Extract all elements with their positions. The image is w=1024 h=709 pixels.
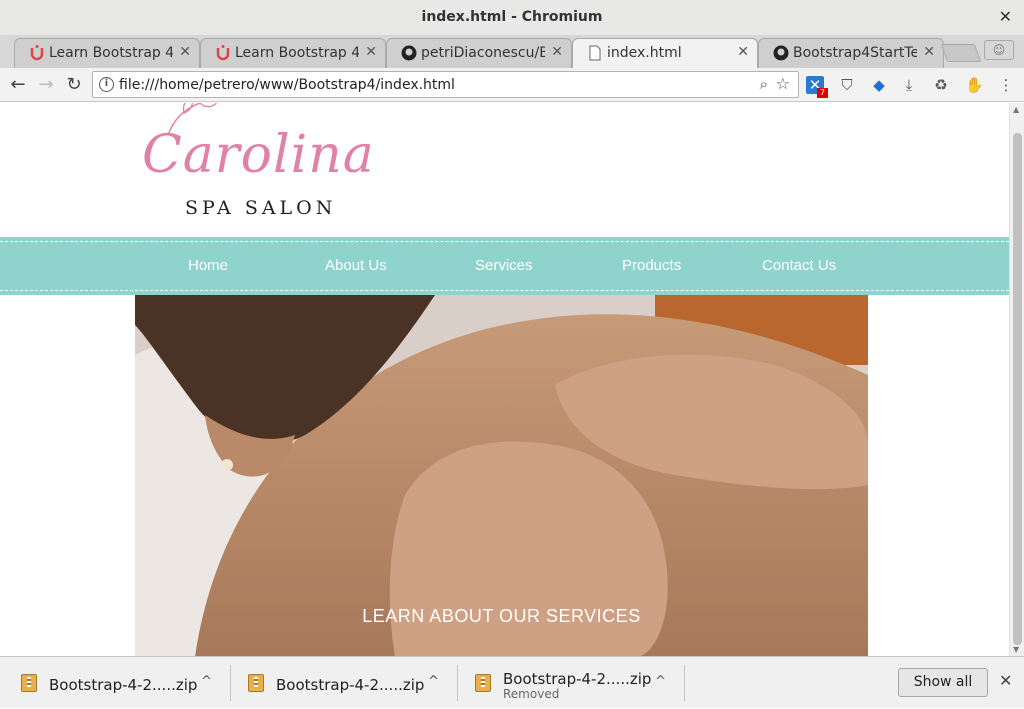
tab-learn-bootstrap-1[interactable]: Learn Bootstrap 4 ✕ xyxy=(14,38,200,68)
nav-services-link[interactable]: Services xyxy=(475,257,533,274)
udemy-icon xyxy=(30,45,44,61)
download-filename: Bootstrap-4-2.....zip xyxy=(503,670,652,688)
bookmark-star-icon[interactable]: ☆ xyxy=(776,74,790,93)
close-shelf-icon[interactable]: ✕ xyxy=(999,671,1012,690)
tab-github-petridiaconescu[interactable]: petriDiaconescu/Bo ✕ xyxy=(386,38,572,68)
url-text[interactable]: file:///home/petrero/www/Bootstrap4/inde… xyxy=(119,77,455,93)
tab-label: Bootstrap4StartTe xyxy=(793,45,917,61)
page-scrollbar[interactable]: ▲ ▼ xyxy=(1009,103,1024,656)
tab-label: Learn Bootstrap 4 xyxy=(235,45,359,61)
reload-button[interactable]: ↻ xyxy=(62,73,86,97)
extension-badge: 7 xyxy=(817,88,828,98)
tab-strip: Learn Bootstrap 4 ✕ Learn Bootstrap 4 ✕ … xyxy=(0,36,1024,69)
address-bar[interactable]: i file:///home/petrero/www/Bootstrap4/in… xyxy=(92,71,799,98)
recycle-icon[interactable]: ♻ xyxy=(932,76,950,94)
scroll-up-icon[interactable]: ▲ xyxy=(1013,105,1019,114)
tab-label: Learn Bootstrap 4 xyxy=(49,45,173,61)
chevron-up-icon[interactable]: ^ xyxy=(428,674,439,689)
window-titlebar: index.html - Chromium ✕ xyxy=(0,0,1024,36)
chevron-up-icon[interactable]: ^ xyxy=(201,674,212,689)
download-item[interactable]: Bootstrap-4-2.....zip Removed ^ xyxy=(475,657,675,709)
gnome-icon[interactable]: ✋ xyxy=(965,76,984,94)
download-separator xyxy=(457,665,458,701)
new-tab-button[interactable] xyxy=(940,44,982,62)
downloads-shelf: Bootstrap-4-2.....zip ^ Bootstrap-4-2...… xyxy=(0,656,1024,708)
zip-file-icon xyxy=(21,674,37,692)
site-info-icon[interactable]: i xyxy=(99,77,114,92)
hero-caption[interactable]: LEARN ABOUT OUR SERVICES xyxy=(135,606,868,627)
window-title: index.html - Chromium xyxy=(421,9,603,25)
page-viewport: Carolina SPA SALON Home About Us Service… xyxy=(0,103,1009,656)
chevron-up-icon[interactable]: ^ xyxy=(655,674,666,689)
tab-learn-bootstrap-2[interactable]: Learn Bootstrap 4 ✕ xyxy=(200,38,386,68)
download-status: Removed xyxy=(503,687,560,701)
site-logo[interactable]: Carolina SPA SALON xyxy=(138,103,378,228)
zip-file-icon xyxy=(475,674,491,692)
nav-home-link[interactable]: Home xyxy=(188,257,228,274)
scrollbar-thumb[interactable] xyxy=(1013,133,1022,645)
profile-icon[interactable]: ☺ xyxy=(984,40,1014,60)
menu-icon[interactable]: ⋮ xyxy=(997,76,1015,94)
udemy-icon xyxy=(216,45,230,61)
tab-label: index.html xyxy=(607,45,682,61)
tab-close-icon[interactable]: ✕ xyxy=(551,44,563,60)
logo-script-text: Carolina xyxy=(142,125,375,185)
logo-subtitle: SPA SALON xyxy=(185,197,337,219)
browser-toolbar: ← → ↻ i file:///home/petrero/www/Bootstr… xyxy=(0,68,1024,102)
download-item[interactable]: Bootstrap-4-2.....zip ^ xyxy=(21,657,221,709)
massage-photo xyxy=(135,295,868,656)
tab-close-icon[interactable]: ✕ xyxy=(737,44,749,60)
page-icon xyxy=(589,45,601,61)
forward-button[interactable]: → xyxy=(34,73,58,97)
download-filename: Bootstrap-4-2.....zip xyxy=(49,676,198,694)
nav-contact-link[interactable]: Contact Us xyxy=(762,257,836,274)
tab-close-icon[interactable]: ✕ xyxy=(923,44,935,60)
download-item[interactable]: Bootstrap-4-2.....zip ^ xyxy=(248,657,448,709)
navbar-top-dash xyxy=(0,241,1009,242)
window-close-button[interactable]: ✕ xyxy=(999,7,1012,26)
show-all-button[interactable]: Show all xyxy=(898,668,988,697)
download-icon[interactable]: ⤓ xyxy=(900,76,918,94)
tab-index-html[interactable]: index.html ✕ xyxy=(572,38,758,69)
tab-close-icon[interactable]: ✕ xyxy=(365,44,377,60)
download-filename: Bootstrap-4-2.....zip xyxy=(276,676,425,694)
zoom-icon[interactable]: ⌕ xyxy=(760,75,768,93)
download-separator xyxy=(684,665,685,701)
tab-github-bootstrap4starttemplate[interactable]: Bootstrap4StartTe ✕ xyxy=(758,38,944,68)
navbar-bottom-dash xyxy=(0,290,1009,291)
github-icon xyxy=(401,45,417,61)
shield-icon[interactable]: ⛉ xyxy=(838,76,856,94)
tab-close-icon[interactable]: ✕ xyxy=(179,44,191,60)
nav-about-link[interactable]: About Us xyxy=(325,257,387,274)
nav-products-link[interactable]: Products xyxy=(622,257,681,274)
hero-carousel-image[interactable]: LEARN ABOUT OUR SERVICES xyxy=(135,295,868,656)
scroll-down-icon[interactable]: ▼ xyxy=(1013,645,1019,654)
github-icon xyxy=(773,45,789,61)
back-button[interactable]: ← xyxy=(6,73,30,97)
zip-file-icon xyxy=(248,674,264,692)
extension-blue-icon[interactable]: ◆ xyxy=(870,76,888,94)
download-separator xyxy=(230,665,231,701)
main-navbar: Home About Us Services Products Contact … xyxy=(0,237,1009,295)
tab-label: petriDiaconescu/Bo xyxy=(421,45,545,61)
